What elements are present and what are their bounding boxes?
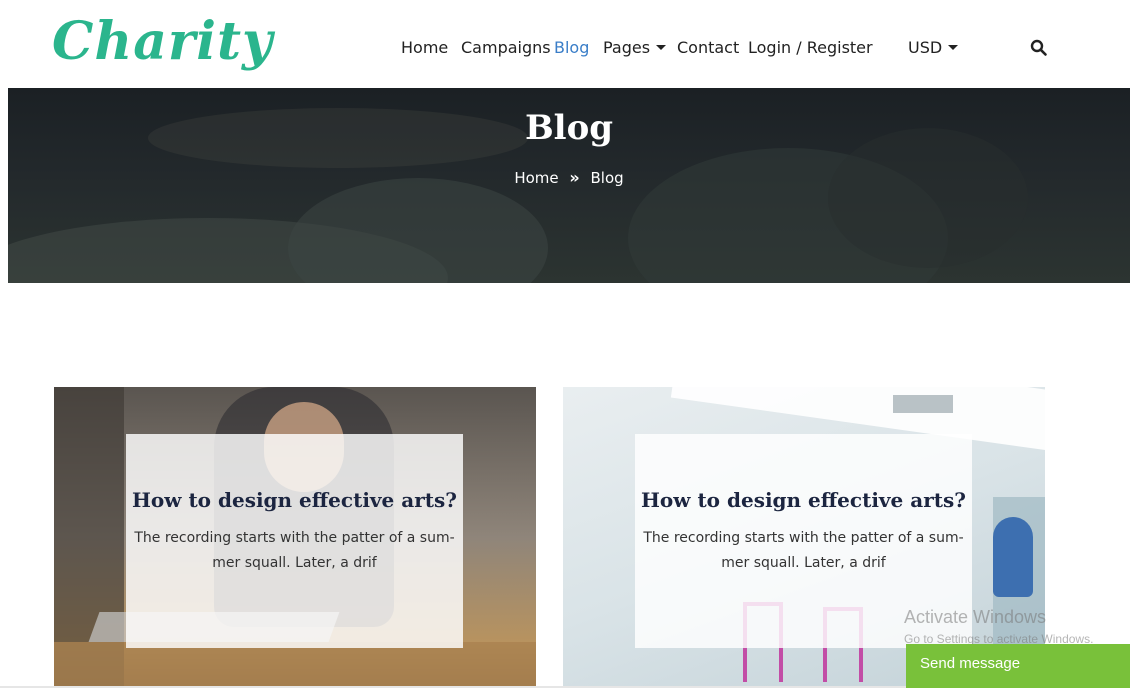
currency-label: USD xyxy=(908,38,943,57)
breadcrumb-separator-icon: » xyxy=(569,168,580,187)
chevron-down-icon xyxy=(948,45,959,50)
post-title[interactable]: How to design effective arts? xyxy=(635,488,972,512)
nav-home[interactable]: Home xyxy=(401,38,448,57)
nav-pages-label: Pages xyxy=(603,38,651,57)
post-excerpt-text: The recording starts with the patter of … xyxy=(134,530,455,571)
blog-card[interactable]: How to design effective arts? The record… xyxy=(54,387,536,688)
post-excerpt-text: The recording starts with the patter of … xyxy=(643,530,964,571)
nav-login-register[interactable]: Login / Register xyxy=(748,38,873,57)
watermark-title: Activate Windows xyxy=(904,607,1047,627)
card-bg-shape xyxy=(54,642,536,688)
nav-campaigns[interactable]: Campaigns xyxy=(461,38,551,57)
search-icon[interactable] xyxy=(1030,39,1048,57)
site-logo[interactable]: Charity xyxy=(52,6,273,78)
card-overlay: How to design effective arts? The record… xyxy=(126,434,463,648)
send-message-button[interactable]: Send message xyxy=(906,644,1130,688)
hero-bg-shape xyxy=(288,178,548,283)
chevron-down-icon xyxy=(656,45,667,50)
nav-blog[interactable]: Blog xyxy=(554,38,589,57)
nav-contact[interactable]: Contact xyxy=(677,38,739,57)
card-bg-shape xyxy=(993,517,1033,597)
currency-selector[interactable]: USD xyxy=(908,38,959,57)
breadcrumb-current: Blog xyxy=(590,168,624,187)
breadcrumb: Home » Blog xyxy=(8,168,1130,187)
hero-bg-shape xyxy=(828,128,1028,268)
post-title[interactable]: How to design effective arts? xyxy=(126,488,463,512)
nav-pages[interactable]: Pages xyxy=(603,38,667,57)
breadcrumb-home[interactable]: Home xyxy=(514,169,558,187)
hero-banner: Blog Home » Blog xyxy=(8,88,1130,283)
post-excerpt: The recording starts with the patter of … xyxy=(635,526,972,576)
post-excerpt: The recording starts with the patter of … xyxy=(126,526,463,576)
card-bg-shape xyxy=(893,395,953,413)
page-title: Blog xyxy=(524,108,614,148)
